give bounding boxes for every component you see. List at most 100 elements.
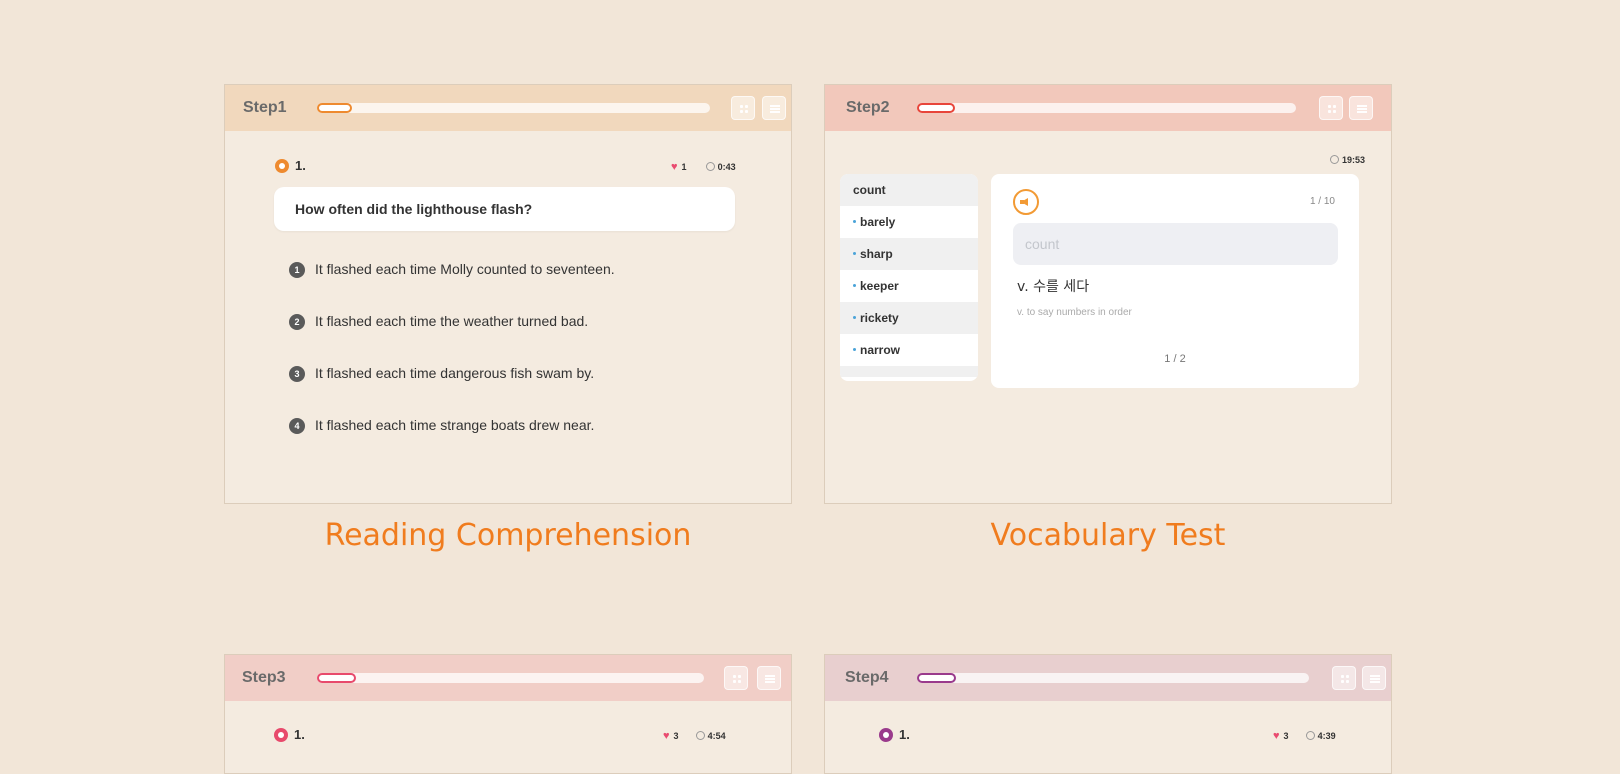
- timer-value: 4:39: [1317, 731, 1336, 741]
- word-list-item[interactable]: rickety: [840, 302, 978, 334]
- word-list: count barely sharp keeper rickety narrow: [840, 174, 978, 381]
- word-text: barely: [860, 215, 896, 229]
- heart-icon: ♥: [671, 161, 678, 173]
- lives-count: 3: [673, 731, 679, 741]
- progress-track: [917, 673, 1309, 683]
- question-number: 1.: [899, 727, 910, 742]
- answer-option[interactable]: 3 It flashed each time dangerous fish swa…: [289, 365, 594, 382]
- option-number: 1: [289, 262, 305, 278]
- timer-icon: [1305, 731, 1315, 740]
- list-button[interactable]: [762, 96, 786, 120]
- answer-option[interactable]: 2 It flashed each time the weather turned…: [289, 313, 588, 330]
- progress-bar: [317, 673, 356, 683]
- vocab-card: 1 / 10 count v. 수를 세다 v. to say numbers …: [991, 174, 1359, 388]
- list-icon: [1357, 105, 1367, 113]
- heart-icon: ♥: [1273, 730, 1280, 742]
- timer-icon: [705, 162, 715, 171]
- step-label: Step2: [846, 99, 890, 116]
- grid-button[interactable]: [1319, 96, 1343, 120]
- question-icon: [274, 728, 288, 742]
- step3-header: Step3: [225, 655, 791, 701]
- timer-icon: [1330, 155, 1339, 164]
- option-number: 3: [289, 366, 305, 382]
- question-icon: [275, 159, 289, 173]
- word-list-item[interactable]: keeper: [840, 270, 978, 302]
- progress-bar: [917, 103, 955, 113]
- question-text: How often did the lighthouse flash?: [274, 187, 735, 231]
- step1-panel: Step1 1. ♥ 1 0:43 How often did the light…: [224, 84, 792, 504]
- bullet: [853, 316, 856, 319]
- speaker-icon[interactable]: [1013, 189, 1039, 215]
- grid-button[interactable]: [724, 666, 748, 690]
- timer-value: 4:54: [707, 731, 726, 741]
- question-number: 1.: [294, 727, 305, 742]
- word-list-item[interactable]: barely: [840, 206, 978, 238]
- step-label: Step3: [242, 669, 286, 686]
- lives-count: 1: [681, 162, 687, 172]
- grid-button[interactable]: [731, 96, 755, 120]
- option-number: 2: [289, 314, 305, 330]
- grid-icon: [1328, 105, 1336, 113]
- grid-icon: [733, 675, 741, 683]
- vocab-definition: v. to say numbers in order: [1017, 307, 1132, 318]
- step2-header: Step2: [825, 85, 1391, 131]
- step1-caption: Reading Comprehension: [324, 518, 692, 553]
- step4-panel: Step4 1. ♥ 3 4:39: [824, 654, 1392, 774]
- bullet: [853, 284, 856, 287]
- status-meta: ♥ 1 0:43: [671, 161, 736, 173]
- word-list-item-partial: [840, 366, 978, 377]
- step-label: Step4: [845, 669, 889, 686]
- question-icon: [879, 728, 893, 742]
- grid-icon: [740, 105, 748, 113]
- list-button[interactable]: [1362, 666, 1386, 690]
- step-label: Step1: [243, 99, 287, 116]
- word-text: rickety: [860, 311, 899, 325]
- grid-icon: [1341, 675, 1349, 683]
- progress-track: [317, 673, 704, 683]
- word-text: narrow: [860, 343, 901, 357]
- progress-bar: [317, 103, 353, 113]
- answer-option[interactable]: 4 It flashed each time strange boats drew…: [289, 417, 594, 434]
- progress-track: [317, 103, 710, 113]
- word-list-item[interactable]: narrow: [840, 334, 978, 366]
- option-text: It flashed each time Molly counted to se…: [315, 261, 615, 277]
- option-number: 4: [289, 418, 305, 434]
- status-meta: ♥ 3 4:39: [1273, 730, 1336, 742]
- bullet: [853, 220, 856, 223]
- bullet: [853, 252, 856, 255]
- list-button[interactable]: [757, 666, 781, 690]
- step4-header: Step4: [825, 655, 1391, 701]
- timer-value: 19:53: [1342, 155, 1366, 165]
- step2-panel: Step2 19:53 count barely sharp keeper ri…: [824, 84, 1392, 504]
- progress-bar: [917, 673, 957, 683]
- vocab-meaning: v. 수를 세다: [1017, 279, 1090, 295]
- bullet: [853, 348, 856, 351]
- vocab-pagination: 1 / 2: [1164, 353, 1186, 365]
- status-meta: 19:53: [1330, 155, 1365, 165]
- lives-count: 3: [1283, 731, 1289, 741]
- word-text: sharp: [860, 247, 893, 261]
- list-icon: [765, 675, 775, 683]
- step1-header: Step1: [225, 85, 791, 131]
- answer-option[interactable]: 1 It flashed each time Molly counted to s…: [289, 261, 615, 278]
- vocab-count: 1 / 10: [1309, 196, 1335, 207]
- list-icon: [770, 105, 780, 113]
- option-text: It flashed each time dangerous fish swam…: [315, 365, 595, 381]
- list-button[interactable]: [1349, 96, 1373, 120]
- progress-track: [917, 103, 1296, 113]
- vocab-input[interactable]: count: [1013, 223, 1338, 265]
- question-number: 1.: [295, 158, 306, 173]
- step2-caption: Vocabulary Test: [990, 518, 1226, 553]
- timer-value: 0:43: [717, 162, 736, 172]
- list-icon: [1370, 675, 1380, 683]
- heart-icon: ♥: [663, 730, 670, 742]
- option-text: It flashed each time strange boats drew …: [315, 417, 595, 433]
- step3-panel: Step3 1. ♥ 3 4:54: [224, 654, 792, 774]
- grid-button[interactable]: [1332, 666, 1356, 690]
- word-text: keeper: [860, 279, 899, 293]
- word-list-item[interactable]: sharp: [840, 238, 978, 270]
- option-text: It flashed each time the weather turned …: [315, 313, 589, 329]
- word-list-item-current[interactable]: count: [840, 174, 978, 206]
- status-meta: ♥ 3 4:54: [663, 730, 726, 742]
- timer-icon: [695, 731, 705, 740]
